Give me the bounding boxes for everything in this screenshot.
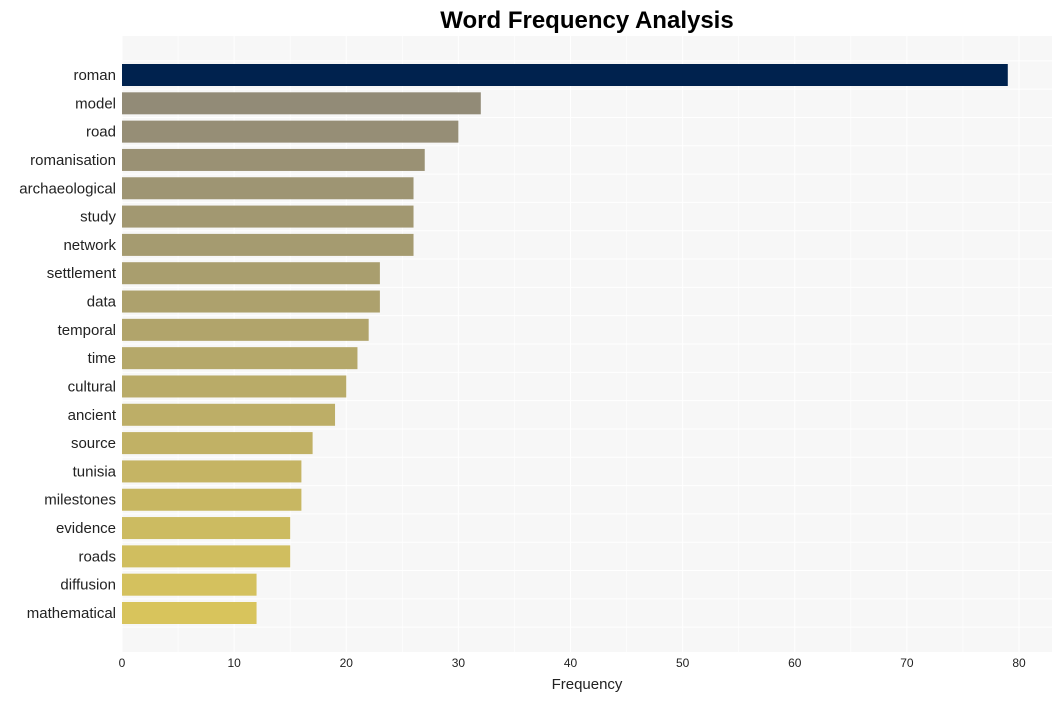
x-tick-label: 80 [1012, 656, 1026, 670]
y-tick-label: road [86, 124, 116, 141]
x-axis-label: Frequency [552, 676, 623, 693]
y-tick-label: ancient [68, 407, 117, 424]
bar-cultural [122, 375, 347, 398]
x-tick-label: 0 [119, 656, 126, 670]
bar-mathematical [122, 602, 257, 624]
bar-chart: roman model road romanisation archaeological… [19, 7, 1052, 693]
bar-data [122, 290, 380, 313]
bar-tunisia [122, 460, 302, 483]
bar-archaeological [122, 177, 414, 200]
bar-ancient [122, 403, 336, 426]
y-tick-label: time [88, 350, 116, 367]
bar-milestones [122, 488, 302, 511]
x-tick-label: 60 [788, 656, 802, 670]
bar-network [122, 233, 414, 256]
bar-time [122, 347, 358, 370]
bar-study [122, 205, 414, 228]
y-tick-label: study [80, 209, 116, 226]
y-tick-label: settlement [47, 265, 117, 282]
y-tick-label: temporal [58, 322, 116, 339]
x-tick-label: 30 [452, 656, 466, 670]
bar-romanisation [122, 148, 425, 171]
y-tick-label: roads [78, 548, 116, 565]
y-tick-label: roman [73, 67, 116, 84]
bar-model [122, 92, 481, 115]
y-axis-labels: roman model road romanisation archaeological… [19, 67, 117, 622]
bar-road [122, 120, 459, 143]
x-tick-label: 40 [564, 656, 578, 670]
x-axis-ticks: 0 10 20 30 40 50 60 70 80 [119, 656, 1026, 670]
y-tick-label: model [75, 95, 116, 112]
y-tick-label: source [71, 435, 116, 452]
y-tick-label: evidence [56, 520, 116, 537]
bar-roads [122, 545, 291, 568]
y-tick-label: network [63, 237, 116, 254]
bar-roman [122, 64, 1008, 86]
chart-title: Word Frequency Analysis [440, 7, 733, 34]
bar-temporal [122, 318, 369, 341]
x-tick-label: 20 [340, 656, 354, 670]
y-tick-label: romanisation [30, 152, 116, 169]
y-tick-label: archaeological [19, 180, 116, 197]
y-tick-label: tunisia [73, 463, 117, 480]
y-tick-label: mathematical [27, 605, 116, 622]
bar-settlement [122, 262, 380, 285]
x-tick-label: 10 [227, 656, 241, 670]
bar-evidence [122, 517, 291, 540]
y-tick-label: diffusion [60, 577, 116, 594]
bar-diffusion [122, 573, 257, 596]
y-tick-label: data [87, 294, 117, 311]
y-tick-label: milestones [44, 492, 116, 509]
x-tick-label: 70 [900, 656, 914, 670]
bar-source [122, 432, 313, 455]
y-tick-label: cultural [68, 378, 116, 395]
x-tick-label: 50 [676, 656, 690, 670]
